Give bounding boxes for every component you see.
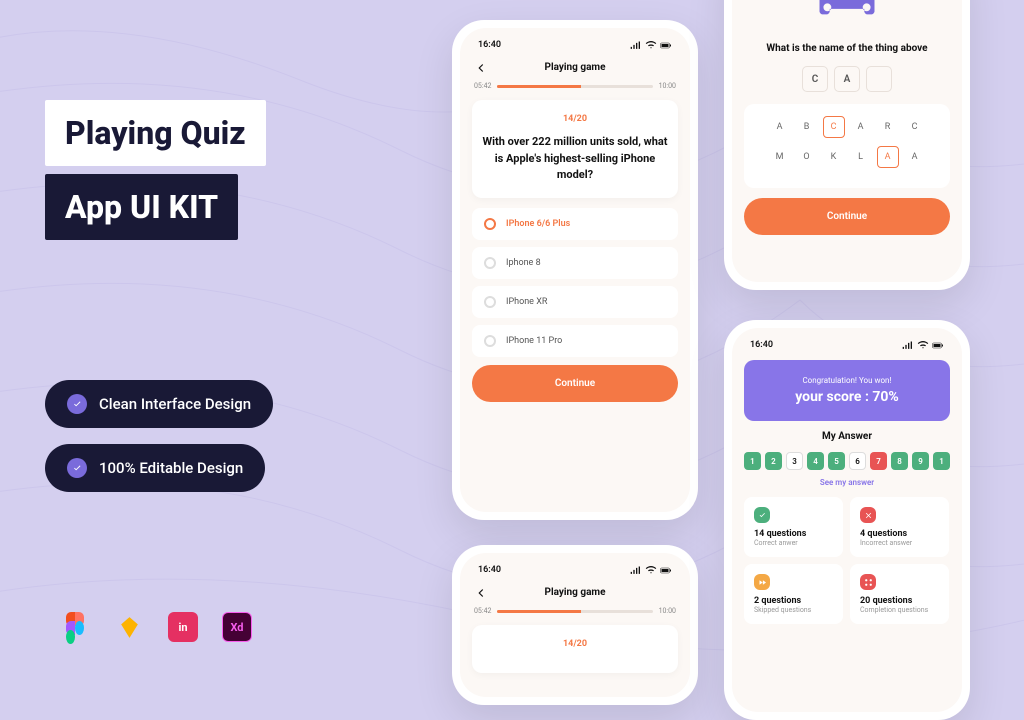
key[interactable]: C [823, 116, 845, 138]
key[interactable]: B [796, 116, 818, 138]
answer-num[interactable]: 4 [807, 452, 824, 470]
stat-card: 14 questionsCorrect anwer [744, 497, 843, 557]
key[interactable]: C [904, 116, 926, 138]
tools-row: in Xd [60, 612, 252, 642]
stats-grid: 14 questionsCorrect anwer4 questionsInco… [732, 497, 962, 624]
page-title: Playing game [545, 587, 606, 598]
phone-keyboard: What is the name of the thing above C A … [724, 0, 970, 290]
key[interactable]: A [769, 116, 791, 138]
key[interactable]: R [877, 116, 899, 138]
feature-pill-1: Clean Interface Design [45, 380, 273, 428]
answer-num[interactable]: 8 [891, 452, 908, 470]
answer-num[interactable]: 1 [933, 452, 950, 470]
answer-option[interactable]: IPhone XR [472, 286, 678, 318]
status-bar: 16:40 [460, 38, 690, 52]
key[interactable]: A [850, 116, 872, 138]
answer-option[interactable]: Iphone 8 [472, 247, 678, 279]
progress: 05:4210:00 [460, 607, 690, 615]
answer-num[interactable]: 7 [870, 452, 887, 470]
status-bar: 16:40 [732, 338, 962, 352]
question-text: What is the name of the thing above [732, 43, 962, 54]
question-counter: 14/20 [482, 639, 668, 649]
key[interactable]: O [796, 146, 818, 168]
key[interactable]: A [877, 146, 899, 168]
question-counter: 14/20 [482, 114, 668, 124]
congrats-banner: Congratulation! You won!your score : 70% [744, 360, 950, 421]
answer-numbers: 1234567891 [732, 452, 962, 470]
answer-option[interactable]: IPhone 11 Pro [472, 325, 678, 357]
answer-slots: C A [732, 66, 962, 92]
answer-num[interactable]: 6 [849, 452, 866, 470]
car-icon [807, 0, 887, 23]
status-bar: 16:40 [460, 563, 690, 577]
xd-icon: Xd [222, 612, 252, 642]
continue-button[interactable]: Continue [472, 365, 678, 402]
continue-button[interactable]: Continue [744, 198, 950, 235]
stat-card: 2 questionsSkipped questions [744, 564, 843, 624]
back-icon[interactable] [474, 585, 488, 599]
key[interactable]: M [769, 146, 791, 168]
sketch-icon [114, 612, 144, 642]
see-answer-link[interactable]: See my answer [732, 478, 962, 487]
answer-num[interactable]: 1 [744, 452, 761, 470]
check-icon [67, 394, 87, 414]
answer-option[interactable]: IPhone 6/6 Plus [472, 208, 678, 240]
answer-num[interactable]: 2 [765, 452, 782, 470]
progress: 05:4210:00 [460, 82, 690, 90]
back-icon[interactable] [474, 60, 488, 74]
answer-num[interactable]: 3 [786, 452, 803, 470]
phone-results: 16:40 Congratulation! You won!your score… [724, 320, 970, 720]
phone-quiz-image: 16:40 Playing game 05:4210:00 14/20 [452, 545, 698, 705]
answer-num[interactable]: 9 [912, 452, 929, 470]
check-icon [67, 458, 87, 478]
headline-2: App UI KIT [45, 174, 238, 240]
headline-1: Playing Quiz [45, 100, 266, 166]
invision-icon: in [168, 612, 198, 642]
phone-quiz: 16:40 Playing game 05:4210:00 14/20 With … [452, 20, 698, 520]
figma-icon [60, 612, 90, 642]
keyboard: A B C A R C M O K L A A [744, 104, 950, 188]
page-title: Playing game [545, 62, 606, 73]
answer-num[interactable]: 5 [828, 452, 845, 470]
stat-card: 4 questionsIncorrect answer [850, 497, 949, 557]
my-answer-label: My Answer [732, 431, 962, 442]
key[interactable]: K [823, 146, 845, 168]
question-text: With over 222 million units sold, what i… [482, 134, 668, 184]
stat-card: 20 questionsCompletion questions [850, 564, 949, 624]
key[interactable]: A [904, 146, 926, 168]
key[interactable]: L [850, 146, 872, 168]
feature-pill-2: 100% Editable Design [45, 444, 265, 492]
